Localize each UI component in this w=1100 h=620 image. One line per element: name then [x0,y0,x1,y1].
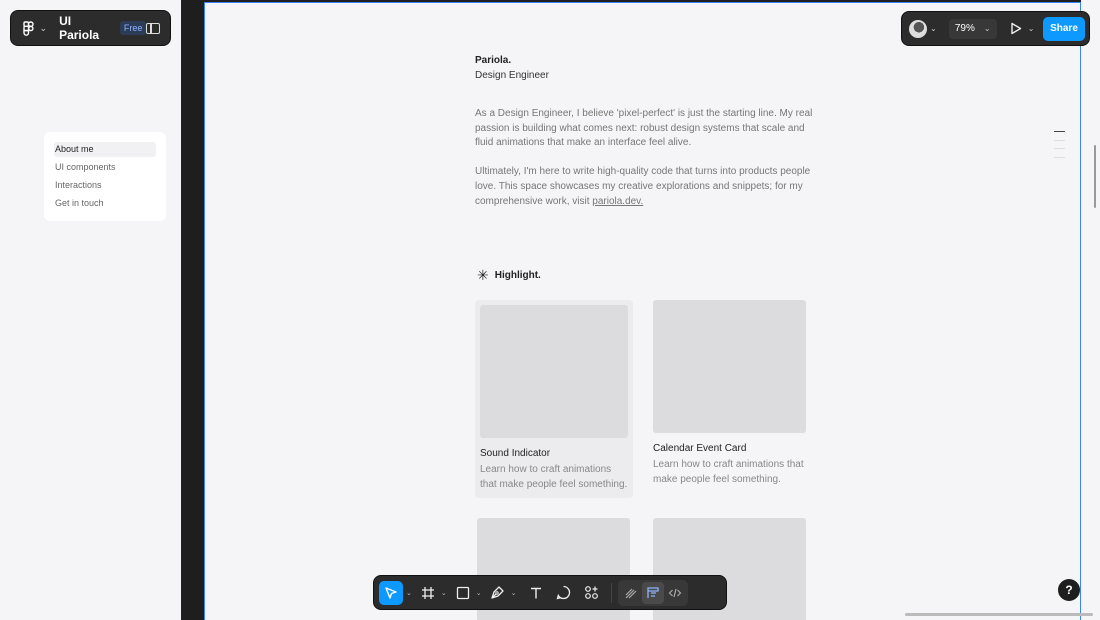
draw-icon[interactable] [620,582,642,604]
sidebar-toggle-icon[interactable] [146,22,160,34]
card-sound-indicator[interactable]: Sound Indicator Learn how to craft anima… [475,300,633,498]
header-right-toolbar: ⌄ 79% ⌄ ⌄ Share [901,11,1090,46]
card-thumbnail [480,305,628,438]
zoom-control[interactable]: 79% ⌄ [948,18,997,39]
text-icon[interactable] [523,581,549,605]
card-title: Calendar Event Card [653,443,747,454]
plan-badge: Free [119,21,147,35]
highlight-title: Highlight. [494,270,541,281]
intro-paragraph: As a Design Engineer, I believe 'pixel-p… [475,108,813,149]
frame-hash-icon[interactable] [418,581,438,605]
pen-icon[interactable] [488,581,508,605]
vertical-scrollbar[interactable] [1094,145,1096,208]
scroll-mark[interactable] [1054,148,1065,149]
chevron-down-icon[interactable]: ⌄ [930,24,937,33]
section-nav: About me UI components Interactions Get … [44,132,166,221]
card-title: Sound Indicator [480,448,551,459]
portfolio-link[interactable]: pariola.dev. [592,196,643,207]
chevron-down-icon[interactable]: ⌄ [40,23,48,34]
avatar[interactable] [909,19,927,38]
section-scroll-indicator[interactable] [1054,131,1065,165]
asterisk-icon: ✳ [477,267,489,283]
design-mode-icon[interactable] [641,581,664,604]
share-button[interactable]: Share [1043,16,1085,41]
canvas-gutter [181,0,204,620]
code-icon[interactable] [664,582,686,604]
chevron-down-icon: ⌄ [983,24,991,33]
scroll-mark[interactable] [1054,156,1065,158]
mode-switcher [617,579,688,606]
left-panel [0,0,181,620]
file-bar: ⌄ UI Pariola Free [10,10,171,46]
comment-icon[interactable] [549,581,579,605]
highlight-heading: ✳ Highlight. [477,267,541,284]
card-description: Learn how to craft animations that make … [653,459,804,485]
figma-logo-icon[interactable] [21,20,37,36]
bottom-toolbar: ⌄ ⌄ ⌄ ⌄ [373,575,727,610]
profile-name: Pariola. [475,55,512,66]
scroll-mark[interactable] [1054,131,1065,132]
profile-role: Design Engineer [475,70,549,81]
chevron-down-icon[interactable]: ⌄ [1028,24,1035,33]
zoom-value: 79% [954,23,975,34]
about-section: Pariola. Design Engineer As a Design Eng… [475,53,815,209]
nav-item-get-in-touch[interactable]: Get in touch [54,196,156,214]
nav-item-about-me[interactable]: About me [54,142,156,157]
horizontal-scrollbar[interactable] [905,613,1093,616]
rectangle-icon[interactable] [453,581,473,605]
cursor-arrow-icon[interactable] [379,580,403,605]
file-name[interactable]: UI Pariola [59,14,113,42]
right-canvas-strip [1081,0,1100,620]
card-description: Learn how to craft animations that make … [480,464,628,490]
nav-item-interactions[interactable]: Interactions [54,178,156,196]
chevron-down-icon[interactable]: ⌄ [476,589,482,597]
play-icon[interactable] [1010,22,1022,35]
help-button[interactable]: ? [1058,579,1080,601]
actions-icon[interactable] [579,581,605,605]
toolbar-divider [610,582,612,603]
chevron-down-icon[interactable]: ⌄ [511,589,517,597]
scroll-mark[interactable] [1054,139,1065,141]
chevron-down-icon[interactable]: ⌄ [406,589,412,597]
chevron-down-icon[interactable]: ⌄ [441,589,447,597]
nav-item-ui-components[interactable]: UI components [54,160,156,178]
card-thumbnail [653,300,806,433]
second-paragraph: Ultimately, I'm here to write high-quali… [475,165,815,209]
card-calendar-event[interactable]: Calendar Event Card Learn how to craft a… [653,300,807,487]
